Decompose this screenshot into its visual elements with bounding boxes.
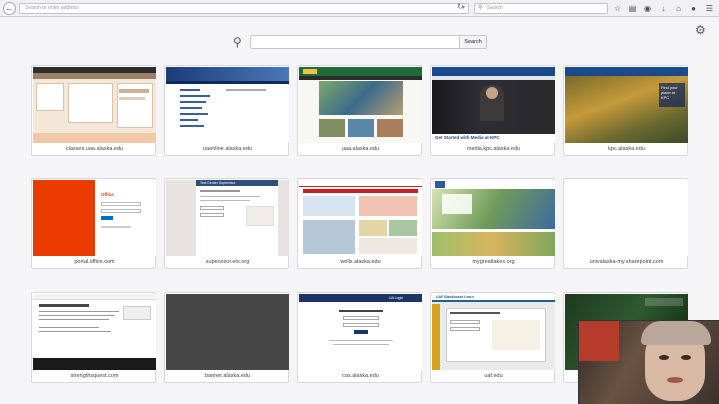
bookmark-star-icon[interactable]: ☆ (612, 3, 623, 14)
gear-icon[interactable]: ⚙ (695, 23, 706, 37)
blackboard-header: UAF Blackboard Learn (436, 295, 474, 299)
search-icon: ⚲ (233, 35, 242, 49)
kpc-media-caption: Get Started with Media at KPC (435, 135, 500, 140)
browser-toolbar: ← Search or enter address ▾ ↻ ⚲ Search ☆… (0, 0, 719, 17)
tile-label: cas.alaska.edu (342, 373, 379, 379)
url-bar[interactable]: Search or enter address ▾ (19, 3, 469, 14)
tile-uaonline[interactable]: uaonline.alaska.edu (164, 65, 289, 156)
chat-icon[interactable]: ● (688, 3, 699, 14)
tile-kpc[interactable]: Find your place at KPC kpc.alaska.edu (563, 65, 688, 156)
search-icon: ⚲ (478, 5, 483, 11)
tile-uaa[interactable]: uaa.alaska.edu (297, 65, 422, 156)
toolbar-search-input[interactable]: ⚲ Search (474, 3, 608, 14)
tile-label: uaa.alaska.edu (341, 146, 380, 152)
ets-header: Test Center Supervisor (200, 181, 236, 185)
tile-label: media.kpc.alaska.edu (466, 146, 521, 152)
url-placeholder: Search or enter address (25, 5, 79, 11)
thumbnail (33, 67, 156, 143)
tile-wells[interactable]: wells.alaska.edu (297, 178, 422, 269)
tile-label: uaonline.alaska.edu (203, 146, 252, 152)
menu-icon[interactable]: ☰ (704, 3, 715, 14)
tile-classes-uaa[interactable]: classes.uaa.alaska.edu (31, 65, 156, 156)
thumbnail: Get Started with Media at KPC (432, 67, 555, 143)
reload-icon[interactable]: ↻ (457, 2, 464, 11)
thumbnail (432, 180, 555, 256)
tile-supervisor-ets[interactable]: Test Center Supervisor supervisor.ets.or… (164, 178, 289, 269)
tile-label: uaf.edu (484, 373, 503, 379)
tile-label: mygreatlakes.org (472, 259, 515, 265)
kpc-overlay-text: Find your place at KPC (661, 85, 678, 100)
tile-label: strengthsquest.com (70, 373, 119, 379)
webcam-overlay (578, 320, 719, 404)
thumbnail (565, 180, 688, 256)
thumbnail (166, 294, 289, 370)
downloads-icon[interactable]: ↓ (658, 3, 669, 14)
tile-label: portal.office.com (74, 259, 115, 265)
tile-portal-office[interactable]: Office portal.office.com (31, 178, 156, 269)
back-arrow-icon[interactable]: ← (3, 2, 16, 15)
tile-label: univalaska-my.sharepoint.com (589, 259, 664, 265)
thumbnail (299, 67, 422, 143)
thumbnail (33, 294, 156, 370)
tile-label: kpc.alaska.edu (608, 146, 645, 152)
thumbnail: UAF Blackboard Learn (432, 294, 555, 370)
tile-label: supervisor.ets.org (205, 259, 250, 265)
tile-media-kpc[interactable]: Get Started with Media at KPC media.kpc.… (430, 65, 555, 156)
search-button[interactable]: Search (460, 35, 487, 49)
cas-header: UA Login (389, 296, 404, 300)
thumbnail: Find your place at KPC (565, 67, 688, 143)
tile-label: banner.alaska.edu (205, 373, 250, 379)
tile-label: wells.alaska.edu (340, 259, 381, 265)
home-icon[interactable]: ⌂ (673, 3, 684, 14)
tile-cas[interactable]: UA Login cas.alaska.edu (297, 292, 422, 383)
thumbnail (166, 67, 289, 143)
tile-banner[interactable]: banner.alaska.edu (164, 292, 289, 383)
tile-uaf[interactable]: UAF Blackboard Learn uaf.edu (430, 292, 555, 383)
office-logo: Office (101, 192, 114, 197)
tile-sharepoint[interactable]: univalaska-my.sharepoint.com (563, 178, 688, 269)
thumbnail: Test Center Supervisor (166, 180, 289, 256)
thumbnail: Office (33, 180, 156, 256)
tile-label: classes.uaa.alaska.edu (65, 146, 124, 152)
newtab-search-input[interactable] (250, 35, 460, 49)
tile-mygreatlakes[interactable]: mygreatlakes.org (430, 178, 555, 269)
tile-strengthsquest[interactable]: strengthsquest.com (31, 292, 156, 383)
search-placeholder: Search (487, 5, 503, 11)
thumbnail (299, 180, 422, 256)
thumbnail: UA Login (299, 294, 422, 370)
pocket-icon[interactable]: ◉ (642, 3, 653, 14)
reading-list-icon[interactable]: ▤ (627, 3, 638, 14)
